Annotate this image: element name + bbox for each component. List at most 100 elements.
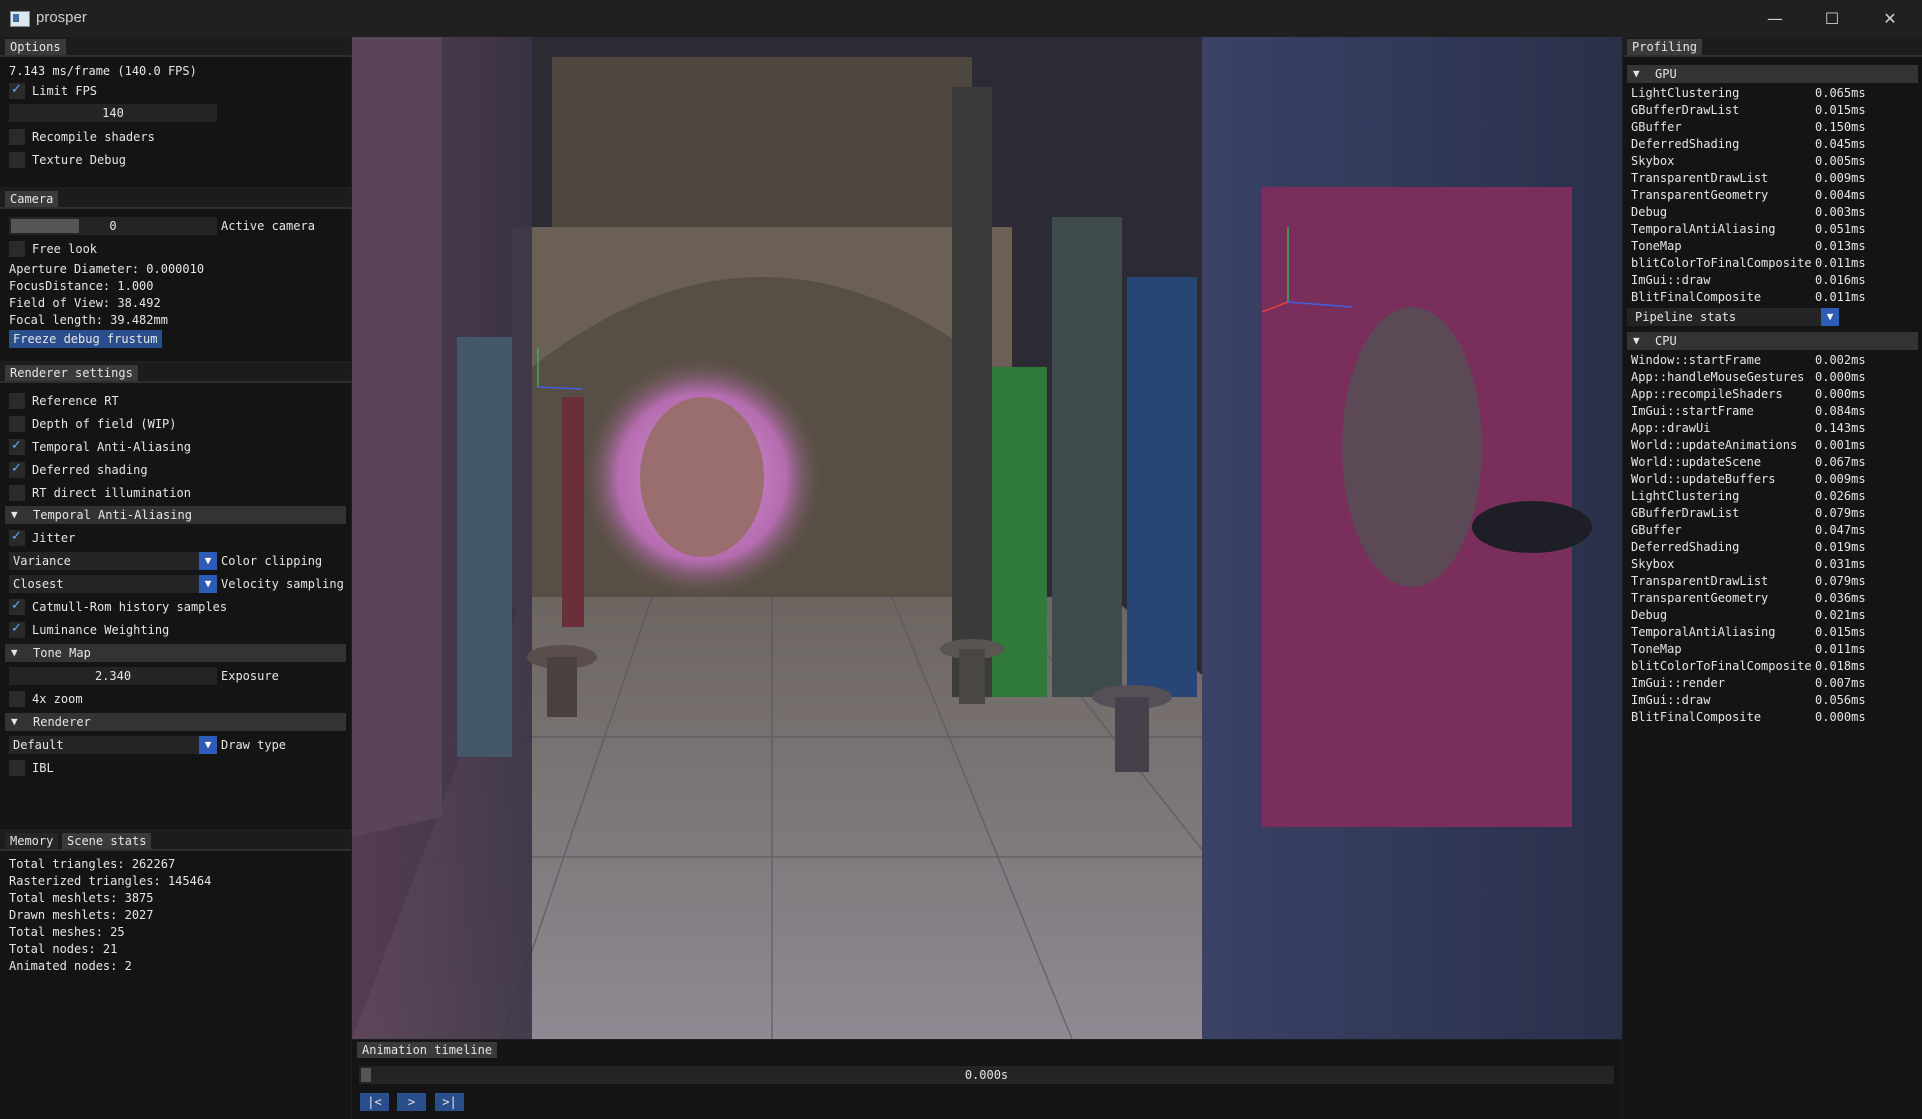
tab-memory[interactable]: Memory xyxy=(5,833,59,849)
zoom-label: 4x zoom xyxy=(32,692,83,706)
deferred-shading-label: Deferred shading xyxy=(32,463,148,477)
tab-profiling[interactable]: Profiling xyxy=(1627,39,1703,55)
profile-row: TransparentDrawList 0.009ms xyxy=(1631,170,1866,187)
scene-viewport[interactable] xyxy=(352,37,1622,1039)
limit-fps-checkbox[interactable] xyxy=(9,82,25,99)
jump-to-end-button[interactable]: >| xyxy=(435,1093,464,1111)
maximize-button[interactable]: ☐ xyxy=(1804,0,1860,37)
profile-scope-time: 0.007ms xyxy=(1815,676,1866,690)
dof-checkbox[interactable] xyxy=(9,416,25,432)
collapse-triangle-icon: ▼ xyxy=(1633,67,1640,80)
scene-stats-panel: Memory Scene stats Total triangles: 2622… xyxy=(0,831,351,1119)
profile-scope-name: TransparentDrawList xyxy=(1631,171,1769,185)
profile-row: App::recompileShaders 0.000ms xyxy=(1631,386,1866,403)
tab-options[interactable]: Options xyxy=(5,39,66,55)
renderer-section-header[interactable]: ▼ Renderer xyxy=(5,713,346,731)
profile-scope-time: 0.079ms xyxy=(1815,574,1866,588)
profile-row: GBuffer 0.150ms xyxy=(1631,119,1866,136)
stat-line: Rasterized triangles: 145464 xyxy=(9,874,212,888)
profile-row: ToneMap 0.011ms xyxy=(1631,641,1866,658)
profile-scope-time: 0.015ms xyxy=(1815,625,1866,639)
luminance-weighting-checkbox[interactable] xyxy=(9,621,25,638)
slider-grab[interactable] xyxy=(11,219,79,233)
timeline-grab[interactable] xyxy=(361,1068,371,1082)
taa-section-title: Temporal Anti-Aliasing xyxy=(33,508,192,522)
draw-type-combo[interactable]: Default ▼ xyxy=(9,736,217,754)
dropdown-arrow-icon[interactable]: ▼ xyxy=(199,736,217,754)
jitter-checkbox[interactable] xyxy=(9,529,25,546)
close-button[interactable]: ✕ xyxy=(1862,0,1918,37)
play-button[interactable]: > xyxy=(397,1093,426,1111)
profile-scope-name: LightClustering xyxy=(1631,489,1740,503)
luminance-weighting-label: Luminance Weighting xyxy=(32,623,170,637)
stat-line: Animated nodes: 2 xyxy=(9,959,132,973)
zoom-checkbox[interactable] xyxy=(9,691,25,707)
cpu-section-header[interactable]: ▼ CPU xyxy=(1627,332,1918,350)
reference-rt-label: Reference RT xyxy=(32,394,119,408)
velocity-sampling-label: Velocity sampling xyxy=(221,577,344,591)
profile-scope-name: World::updateAnimations xyxy=(1631,438,1798,452)
tab-renderer-settings[interactable]: Renderer settings xyxy=(5,365,138,381)
profile-scope-time: 0.036ms xyxy=(1815,591,1866,605)
draw-type-value: Default xyxy=(13,738,64,752)
ibl-checkbox[interactable] xyxy=(9,760,25,776)
catmull-rom-checkbox[interactable] xyxy=(9,598,25,615)
recompile-shaders-checkbox[interactable] xyxy=(9,129,25,145)
draw-type-label: Draw type xyxy=(221,738,287,752)
profile-scope-time: 0.150ms xyxy=(1815,120,1866,134)
aperture-text: Aperture Diameter: 0.000010 xyxy=(9,262,205,276)
profile-row: blitColorToFinalComposite 0.018ms xyxy=(1631,658,1866,675)
profile-scope-name: ImGui::draw xyxy=(1631,273,1711,287)
active-camera-slider[interactable]: 0 xyxy=(9,217,217,235)
minimize-button[interactable]: — xyxy=(1747,0,1803,37)
tab-scene-stats[interactable]: Scene stats xyxy=(62,833,152,849)
collapse-triangle-icon: ▼ xyxy=(11,715,18,728)
jump-to-start-button[interactable]: |< xyxy=(360,1093,389,1111)
animation-timeline-panel: Animation timeline 0.000s xyxy=(352,1040,1622,1119)
reference-rt-checkbox[interactable] xyxy=(9,393,25,409)
active-camera-value: 0 xyxy=(109,219,117,233)
taa-checkbox[interactable] xyxy=(9,438,25,455)
deferred-shading-checkbox[interactable] xyxy=(9,461,25,478)
profile-row: TemporalAntiAliasing 0.015ms xyxy=(1631,624,1866,641)
renderer-section-title: Renderer xyxy=(33,715,91,729)
profile-scope-time: 0.000ms xyxy=(1815,370,1866,384)
dropdown-arrow-icon[interactable]: ▼ xyxy=(199,552,217,570)
color-clipping-label: Color clipping xyxy=(221,554,323,568)
pipeline-stats-combo[interactable]: Pipeline stats ▼ xyxy=(1627,308,1839,326)
texture-debug-checkbox[interactable] xyxy=(9,152,25,168)
profile-scope-time: 0.065ms xyxy=(1815,86,1866,100)
ibl-label: IBL xyxy=(32,761,54,775)
limit-fps-label: Limit FPS xyxy=(32,84,98,98)
profile-row: ToneMap 0.013ms xyxy=(1631,238,1866,255)
taa-section-header[interactable]: ▼ Temporal Anti-Aliasing xyxy=(5,506,346,524)
profile-scope-time: 0.056ms xyxy=(1815,693,1866,707)
timeline-scrubber[interactable]: 0.000s xyxy=(359,1066,1614,1084)
profile-row: BlitFinalComposite 0.011ms xyxy=(1631,289,1866,306)
dropdown-arrow-icon[interactable]: ▼ xyxy=(1821,308,1839,326)
tab-animation-timeline[interactable]: Animation timeline xyxy=(357,1042,498,1058)
profile-row: World::updateBuffers 0.009ms xyxy=(1631,471,1866,488)
gpu-section-header[interactable]: ▼ GPU xyxy=(1627,65,1918,83)
tone-map-section-header[interactable]: ▼ Tone Map xyxy=(5,644,346,662)
free-look-checkbox[interactable] xyxy=(9,241,25,257)
freeze-frustum-button[interactable]: Freeze debug frustum xyxy=(9,330,162,348)
jitter-label: Jitter xyxy=(32,531,76,545)
color-clipping-combo[interactable]: Variance ▼ xyxy=(9,552,217,570)
velocity-sampling-combo[interactable]: Closest ▼ xyxy=(9,575,217,593)
tab-camera[interactable]: Camera xyxy=(5,191,59,207)
profile-scope-time: 0.013ms xyxy=(1815,239,1866,253)
profile-scope-time: 0.031ms xyxy=(1815,557,1866,571)
free-look-label: Free look xyxy=(32,242,98,256)
tone-map-section-title: Tone Map xyxy=(33,646,91,660)
rt-direct-checkbox[interactable] xyxy=(9,485,25,501)
renderer-settings-panel: Renderer settings Reference RT Depth of … xyxy=(0,363,351,829)
profile-scope-time: 0.018ms xyxy=(1815,659,1866,673)
profile-scope-time: 0.009ms xyxy=(1815,472,1866,486)
dropdown-arrow-icon[interactable]: ▼ xyxy=(199,575,217,593)
exposure-input[interactable]: 2.340 xyxy=(9,667,217,685)
app-icon xyxy=(10,11,30,27)
fps-slider[interactable]: 140 xyxy=(9,104,217,122)
profile-row: Debug 0.021ms xyxy=(1631,607,1866,624)
profile-scope-name: GBufferDrawList xyxy=(1631,506,1740,520)
